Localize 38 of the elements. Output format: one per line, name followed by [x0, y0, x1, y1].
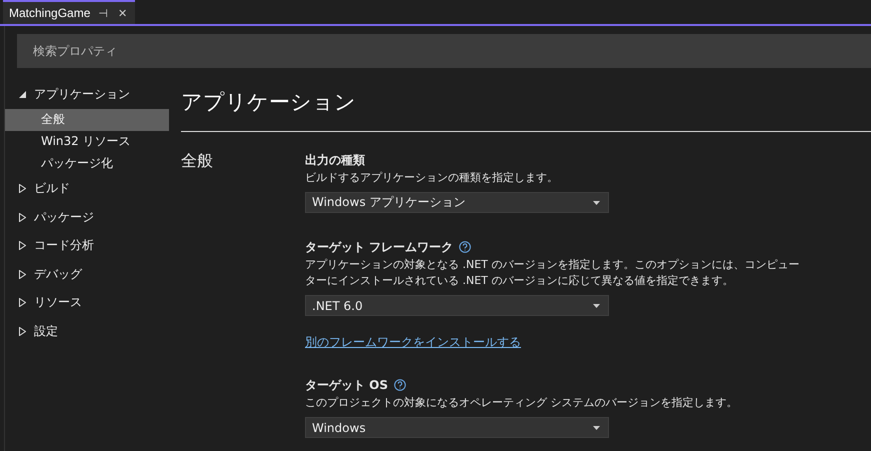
sidebar-item[interactable]: アプリケーション	[5, 80, 157, 108]
search-field[interactable]: 検索プロパティ	[17, 34, 871, 68]
document-tab[interactable]: MatchingGame ⊣ ✕	[3, 0, 136, 24]
dropdown[interactable]: Windows	[305, 417, 609, 438]
setting-description: アプリケーションの対象となる .NET のバージョンを指定します。このオプションには、コンピューターにインストールされている .NET のバージョンに応じて異なる値を指定できます。	[305, 257, 800, 289]
expand-icon[interactable]	[19, 184, 26, 194]
sidebar-item[interactable]: リソース	[5, 288, 157, 317]
setting-description: このプロジェクトの対象になるオペレーティング システムのバージョンを指定します。	[305, 395, 738, 411]
collapse-icon[interactable]	[19, 90, 26, 99]
sidebar-item[interactable]: パッケージ化	[5, 152, 169, 174]
expand-icon[interactable]	[19, 326, 26, 336]
sidebar-item[interactable]: Win32 リソース	[5, 130, 169, 152]
sidebar-item[interactable]: デバッグ	[5, 260, 157, 288]
setting-description: ビルドするアプリケーションの種類を指定します。	[305, 170, 559, 186]
setting-label: 出力の種類	[305, 152, 365, 168]
caret-icon	[593, 426, 600, 430]
caret-icon	[593, 200, 600, 204]
section-title: 全般	[181, 150, 214, 172]
expand-icon[interactable]	[19, 298, 26, 308]
setting-label: ターゲット OS	[305, 376, 388, 394]
help-icon[interactable]	[459, 241, 472, 253]
expand-icon[interactable]	[19, 241, 26, 250]
sidebar-item[interactable]: 設定	[5, 317, 157, 346]
sidebar-item[interactable]: 全般	[5, 108, 169, 130]
install-link[interactable]: 別のフレームワークをインストールする	[305, 334, 521, 351]
close-button[interactable]: ✕	[116, 6, 130, 20]
sidebar-item[interactable]: パッケージ	[5, 203, 157, 232]
expand-icon[interactable]	[19, 270, 26, 279]
help-icon[interactable]	[394, 379, 406, 391]
setting-label: ターゲット フレームワーク	[305, 238, 454, 256]
expand-icon[interactable]	[19, 212, 26, 222]
page-title: アプリケーション	[181, 68, 871, 132]
caret-icon	[593, 304, 600, 308]
pin-button[interactable]: ⊣	[96, 6, 110, 20]
dropdown[interactable]: Windows アプリケーション	[305, 192, 609, 213]
sidebar-item[interactable]: ビルド	[5, 174, 157, 203]
dropdown[interactable]: .NET 6.0	[305, 295, 609, 316]
sidebar-item[interactable]: コード分析	[5, 232, 157, 260]
